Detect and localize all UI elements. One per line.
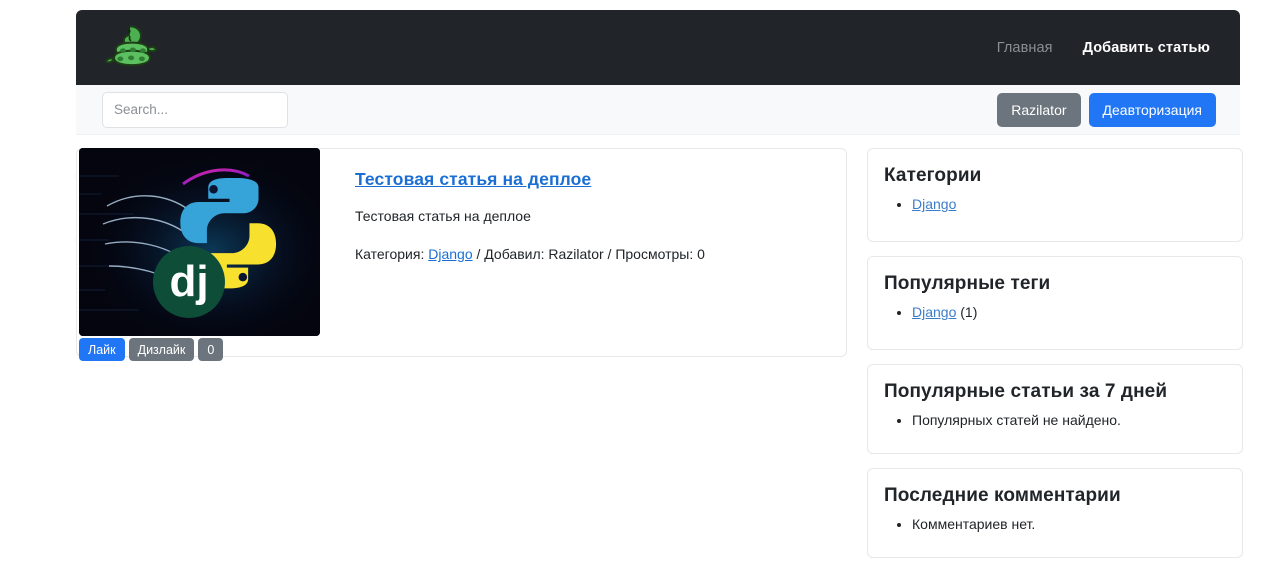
article-body: Тестовая статья на деплое Тестовая стать… (320, 149, 846, 356)
category-link-django[interactable]: Django (912, 196, 956, 212)
article-meta: Категория: Django / Добавил: Razilator /… (355, 246, 828, 262)
current-user-button[interactable]: Razilator (997, 92, 1081, 127)
main-content: dj Лайк Дизлайк 0 Тестовая статья на деп… (76, 148, 1243, 558)
app-root: Главная Добавить статью Razilator Деавто… (0, 0, 1280, 567)
python-django-logo-thumbnail-icon[interactable]: dj (79, 148, 320, 336)
article-category-label: Категория: (355, 246, 425, 262)
article-title-link[interactable]: Тестовая статья на деплое (355, 169, 591, 190)
categories-title: Категории (884, 165, 982, 186)
list-item: Django (912, 193, 1224, 216)
navbar-links: Главная Добавить статью (997, 40, 1216, 56)
popular-articles-title: Популярные статьи за 7 дней (884, 381, 1168, 402)
site-logo-link[interactable] (102, 19, 162, 77)
article-card: dj Лайк Дизлайк 0 Тестовая статья на деп… (76, 148, 847, 361)
search-input[interactable] (102, 91, 288, 128)
list-item: Комментариев нет. (912, 513, 1224, 536)
article-author: Razilator (548, 246, 604, 262)
article-thumbnail-column: dj Лайк Дизлайк 0 (77, 148, 320, 361)
nav-link-add-article[interactable]: Добавить статью (1083, 40, 1210, 56)
article-category-link[interactable]: Django (428, 246, 472, 262)
sidebar: Категории Django Популярные теги Django … (867, 148, 1243, 558)
tag-link-django[interactable]: Django (912, 304, 956, 320)
list-item: Популярных статей не найдено. (912, 409, 1224, 432)
popular-tags-list: Django (1) (884, 301, 1224, 324)
popular-articles-list: Популярных статей не найдено. (884, 409, 1224, 432)
nav-link-home[interactable]: Главная (997, 40, 1053, 56)
article-views-count: 0 (697, 246, 705, 262)
tag-count-suffix: (1) (956, 304, 978, 320)
green-snake-logo-icon (103, 21, 161, 75)
article-views-label: / Просмотры: (607, 246, 694, 262)
auth-button-group: Razilator Деавторизация (997, 92, 1216, 127)
categories-list: Django (884, 193, 1224, 216)
popular-tags-title: Популярные теги (884, 273, 1051, 294)
vote-button-group: Лайк Дизлайк 0 (79, 338, 224, 361)
list-item: Django (1) (912, 301, 1224, 324)
latest-comments-title: Последние комментарии (884, 485, 1121, 506)
like-button[interactable]: Лайк (79, 338, 125, 361)
article-description: Тестовая статья на деплое (355, 208, 531, 224)
top-navbar: Главная Добавить статью (76, 10, 1240, 85)
dislike-button[interactable]: Дизлайк (128, 338, 195, 361)
sidebar-card-popular-tags: Популярные теги Django (1) (867, 256, 1243, 350)
svg-text:dj: dj (169, 257, 208, 306)
sidebar-card-latest-comments: Последние комментарии Комментариев нет. (867, 468, 1243, 558)
article-author-label: / Добавил: (476, 246, 545, 262)
latest-comments-list: Комментариев нет. (884, 513, 1224, 536)
sidebar-card-categories: Категории Django (867, 148, 1243, 242)
search-auth-bar: Razilator Деавторизация (76, 85, 1240, 135)
sidebar-card-popular-articles: Популярные статьи за 7 дней Популярных с… (867, 364, 1243, 454)
logout-button[interactable]: Деавторизация (1088, 92, 1216, 127)
vote-count-badge: 0 (198, 338, 224, 361)
